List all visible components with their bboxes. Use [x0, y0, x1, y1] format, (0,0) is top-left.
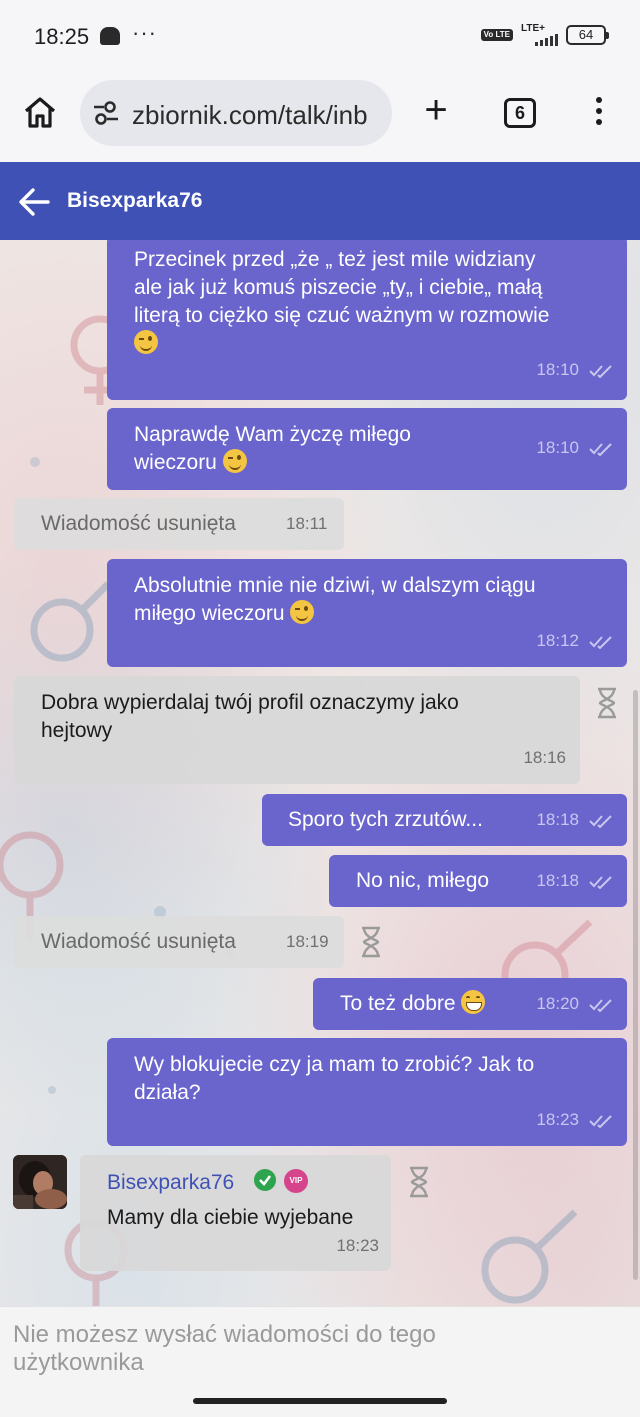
message-outgoing[interactable]: No nic, miłego 18:18 [329, 855, 627, 907]
cannot-send-notice: Nie możesz wysłać wiadomości do tego uży… [13, 1321, 436, 1376]
system-nav-bar [0, 1390, 640, 1417]
message-text: Wy blokujecie czy ja mam to zrobić? Jak … [134, 1053, 535, 1104]
incognito-icon [100, 27, 120, 45]
double-check-icon [589, 875, 612, 889]
message-outgoing[interactable]: Absolutnie mnie nie dziwi, w dalszym cią… [107, 559, 627, 667]
message-time: 18:12 [536, 631, 579, 650]
chat-title[interactable]: Bisexparka76 [67, 189, 202, 213]
message-time: 18:10 [536, 438, 579, 457]
signal-bars [535, 34, 558, 46]
message-text: Przecinek przed „że „ też jest mile widz… [134, 246, 549, 358]
message-deleted[interactable]: Wiadomość usunięta 18:11 [14, 498, 344, 550]
message-outgoing[interactable]: To też dobre 18:20 [313, 978, 627, 1030]
hourglass-icon [598, 687, 616, 719]
address-bar[interactable]: zbiornik.com/talk/inb [80, 80, 392, 146]
avatar-image [13, 1155, 67, 1209]
message-composer: Nie możesz wysłać wiadomości do tego uży… [0, 1306, 640, 1390]
message-meta: 18:10 [536, 360, 613, 380]
browser-menu-button[interactable] [588, 94, 610, 130]
message-time: 18:11 [286, 514, 328, 533]
message-meta: 18:10 [536, 438, 613, 458]
avatar[interactable] [13, 1155, 67, 1209]
wink-emoji-icon [222, 449, 247, 473]
verified-check-icon [254, 1169, 276, 1191]
browser-toolbar: zbiornik.com/talk/inb + 6 [0, 76, 640, 162]
vip-badge: VIP [284, 1169, 308, 1193]
message-text: Sporo tych zrzutów... [288, 808, 483, 831]
status-bar: 18:25 ··· Vo LTE LTE+ 64 [0, 0, 640, 76]
message-text: To też dobre [340, 990, 486, 1018]
message-time: 18:18 [536, 871, 579, 890]
deleted-message-text: Wiadomość usunięta [41, 930, 236, 953]
hourglass-icon [362, 926, 380, 958]
double-check-icon [589, 442, 612, 456]
message-time: 18:10 [536, 360, 579, 379]
tab-switcher-button[interactable]: 6 [504, 98, 536, 128]
message-list[interactable]: Przecinek przed „że „ też jest mile widz… [0, 240, 640, 1306]
message-meta: 18:20 [536, 994, 613, 1014]
double-check-icon [589, 1114, 612, 1128]
message-time: 18:18 [536, 810, 579, 829]
home-icon [24, 97, 56, 128]
message-text: Absolutnie mnie nie dziwi, w dalszym cią… [134, 574, 536, 625]
message-outgoing[interactable]: Przecinek przed „że „ też jest mile widz… [107, 240, 627, 400]
message-outgoing[interactable]: Sporo tych zrzutów... 18:18 [262, 794, 627, 846]
message-text: Mamy dla ciebie wyjebane [107, 1206, 354, 1229]
new-tab-button[interactable]: + [418, 90, 454, 130]
message-meta: 18:18 [536, 871, 613, 891]
double-check-icon [589, 364, 612, 378]
chat-header: Bisexparka76 [0, 162, 640, 240]
volte-icon: Vo LTE [480, 29, 513, 41]
message-time: 18:16 [523, 748, 566, 767]
scrollbar[interactable] [633, 690, 638, 1280]
wink-emoji-icon [290, 600, 315, 624]
sender-name[interactable]: Bisexparka76 [107, 1169, 234, 1197]
status-indicators: Vo LTE LTE+ 64 [480, 24, 609, 46]
battery-icon: 64 [566, 25, 609, 45]
deleted-message-text: Wiadomość usunięta [41, 512, 236, 535]
message-outgoing[interactable]: Naprawdę Wam życzę miłego wieczoru 18:10 [107, 408, 627, 490]
message-meta: 18:18 [536, 810, 613, 830]
message-meta: 18:23 [536, 1110, 613, 1130]
message-time: 18:19 [286, 932, 329, 951]
double-check-icon [589, 635, 612, 649]
wink-emoji-icon [134, 330, 158, 354]
arrow-left-icon [19, 188, 50, 216]
message-outgoing[interactable]: Wy blokujecie czy ja mam to zrobić? Jak … [107, 1038, 627, 1146]
message-text: No nic, miłego [356, 869, 490, 892]
message-time: 18:20 [536, 994, 579, 1013]
network-type: LTE+ [521, 23, 545, 34]
back-button[interactable] [16, 184, 52, 220]
gesture-handle[interactable] [193, 1398, 447, 1404]
hourglass-icon [410, 1166, 428, 1198]
message-incoming[interactable]: Bisexparka76 VIP Mamy dla ciebie wyjeban… [80, 1155, 391, 1271]
message-time: 18:23 [536, 1110, 579, 1129]
message-text: Naprawdę Wam życzę miłego wieczoru [134, 423, 411, 474]
message-deleted[interactable]: Wiadomość usunięta 18:19 [14, 916, 344, 968]
site-settings-icon[interactable] [92, 100, 120, 126]
signal-icon: LTE+ [521, 24, 558, 46]
more-notifications-icon: ··· [132, 20, 157, 45]
grin-emoji-icon [461, 990, 486, 1014]
double-check-icon [589, 998, 612, 1012]
message-text: Dobra wypierdalaj twój profil oznaczymy … [41, 691, 459, 742]
double-check-icon [589, 814, 612, 828]
home-button[interactable] [22, 94, 58, 130]
url-text[interactable]: zbiornik.com/talk/inb [132, 100, 368, 131]
status-time: 18:25 [34, 24, 90, 49]
message-incoming[interactable]: Dobra wypierdalaj twój profil oznaczymy … [14, 676, 580, 784]
message-meta: 18:12 [536, 631, 613, 651]
message-time: 18:23 [336, 1236, 379, 1255]
